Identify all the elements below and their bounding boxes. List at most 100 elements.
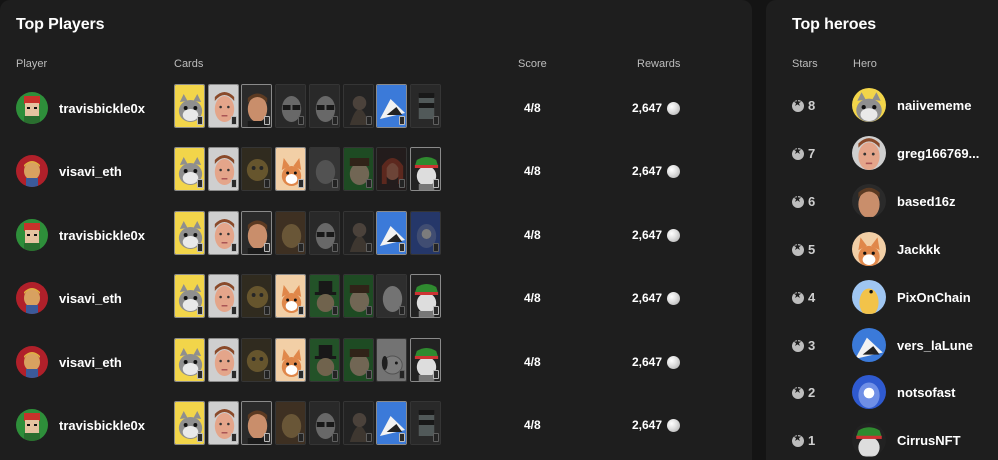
hero-card-orange[interactable] xyxy=(275,401,307,445)
hero-card-dark[interactable] xyxy=(342,401,374,445)
hero-row[interactable]: 8 naiivememe xyxy=(766,86,998,134)
player-row[interactable]: travisbickle0x 4/8 2,647 xyxy=(0,210,752,261)
card-level-badge xyxy=(432,116,439,125)
hero-card-face[interactable] xyxy=(207,210,239,255)
hero-card-cat[interactable] xyxy=(174,210,205,255)
hero-avatar[interactable] xyxy=(852,88,886,122)
hero-name[interactable]: Jackkk xyxy=(897,242,940,257)
hero-card-blueshark[interactable] xyxy=(376,401,408,445)
pixel-punk-avatar[interactable] xyxy=(16,409,48,441)
hero-card-shiba[interactable] xyxy=(275,337,307,382)
hero-avatar[interactable] xyxy=(852,423,886,458)
player-score: 4/8 xyxy=(524,291,541,306)
player-name[interactable]: visavi_eth xyxy=(59,164,122,179)
hero-card-cat[interactable] xyxy=(174,84,205,128)
hero-card-gold[interactable] xyxy=(241,337,273,382)
hero-card-green[interactable] xyxy=(342,147,374,192)
hero-stars: 3 xyxy=(808,337,816,353)
hero-card-snoopy[interactable] xyxy=(376,337,408,382)
player-row[interactable]: visavi_eth 4/8 2,647 xyxy=(0,337,752,388)
hero-name[interactable]: naiivememe xyxy=(897,98,971,113)
player-row[interactable]: travisbickle0x 4/8 2,647 xyxy=(0,84,752,134)
hero-card-punk[interactable] xyxy=(409,401,441,445)
hero-card-gray[interactable] xyxy=(308,147,340,192)
pixel-punk-avatar[interactable] xyxy=(16,218,48,251)
hero-card-dark[interactable] xyxy=(342,210,374,255)
hero-row[interactable]: 6 based16z xyxy=(766,182,998,230)
hero-card-man[interactable] xyxy=(241,401,273,445)
hero-card-shiba[interactable] xyxy=(275,147,307,192)
hero-card-cat[interactable] xyxy=(174,401,205,445)
hero-card-glasses[interactable] xyxy=(308,401,340,445)
hero-card-blueshark[interactable] xyxy=(376,84,408,128)
hero-card-green[interactable] xyxy=(342,337,374,382)
card-level-badge xyxy=(432,179,439,189)
hero-card-face[interactable] xyxy=(207,84,239,128)
coin-icon xyxy=(667,102,680,115)
hero-name[interactable]: based16z xyxy=(897,194,956,209)
van-gogh-avatar[interactable] xyxy=(16,155,48,188)
hero-card-face[interactable] xyxy=(207,401,239,445)
hero-card-tophat[interactable] xyxy=(308,274,340,319)
player-name[interactable]: travisbickle0x xyxy=(59,101,145,116)
hero-card-face[interactable] xyxy=(207,147,239,192)
hero-card-gold[interactable] xyxy=(241,274,273,319)
hero-name[interactable]: CirrusNFT xyxy=(897,433,961,448)
hero-card-cat[interactable] xyxy=(174,274,205,319)
card-level-badge xyxy=(264,116,271,125)
hero-card-shiba[interactable] xyxy=(275,274,307,319)
player-name[interactable]: visavi_eth xyxy=(59,291,122,306)
hero-row[interactable]: 2 notsofast xyxy=(766,373,998,421)
hero-card-red[interactable] xyxy=(376,147,408,192)
hero-card-face[interactable] xyxy=(207,274,239,319)
hero-name[interactable]: notsofast xyxy=(897,385,956,400)
hero-card-orange[interactable] xyxy=(275,210,307,255)
hero-row[interactable]: 1 CirrusNFT xyxy=(766,421,998,460)
hero-row[interactable]: 5 Jackkk xyxy=(766,230,998,278)
hero-name[interactable]: greg166769... xyxy=(897,146,979,161)
hero-card-hat[interactable] xyxy=(409,147,441,192)
hero-card-blueshark[interactable] xyxy=(376,210,408,255)
hero-card-white[interactable] xyxy=(376,274,408,319)
hero-name[interactable]: vers_laLune xyxy=(897,338,973,353)
hero-card-man[interactable] xyxy=(241,210,273,255)
player-row[interactable]: visavi_eth 4/8 2,647 xyxy=(0,274,752,324)
hero-row[interactable]: 7 greg166769... xyxy=(766,134,998,182)
card-level-badge xyxy=(365,433,372,442)
hero-card-gold[interactable] xyxy=(241,147,273,192)
hero-card-cat[interactable] xyxy=(174,337,205,382)
player-row[interactable]: visavi_eth 4/8 2,647 xyxy=(0,147,752,197)
player-name[interactable]: visavi_eth xyxy=(59,355,122,370)
hero-card-glasses[interactable] xyxy=(308,210,340,255)
hero-card-glasses[interactable] xyxy=(308,84,340,128)
hero-card-tophat[interactable] xyxy=(308,337,340,382)
hero-card-face[interactable] xyxy=(207,337,239,382)
player-reward: 2,647 xyxy=(632,101,663,115)
hero-card-cat[interactable] xyxy=(174,147,205,192)
hero-avatar[interactable] xyxy=(852,183,886,218)
hero-card-punk[interactable] xyxy=(409,84,441,128)
hero-avatar[interactable] xyxy=(852,231,886,266)
player-row[interactable]: travisbickle0x 4/8 2,647 xyxy=(0,401,752,451)
van-gogh-avatar[interactable] xyxy=(16,345,48,378)
hero-card-hat[interactable] xyxy=(409,274,441,319)
hero-card-hat[interactable] xyxy=(409,337,441,382)
hero-card-green[interactable] xyxy=(342,274,374,319)
hero-row[interactable]: 4 PixOnChain xyxy=(766,278,998,326)
hero-card-man[interactable] xyxy=(241,84,273,128)
hero-row[interactable]: 3 vers_laLune xyxy=(766,326,998,374)
hero-avatar[interactable] xyxy=(852,279,886,314)
hero-card-dark[interactable] xyxy=(342,84,374,128)
hero-name[interactable]: PixOnChain xyxy=(897,290,971,305)
hero-avatar[interactable] xyxy=(852,327,886,362)
hero-avatar[interactable] xyxy=(852,375,886,410)
hero-card-glasses[interactable] xyxy=(275,84,307,128)
van-gogh-avatar[interactable] xyxy=(16,282,48,315)
player-name[interactable]: travisbickle0x xyxy=(59,418,145,433)
hero-avatar[interactable] xyxy=(852,135,886,170)
player-name[interactable]: travisbickle0x xyxy=(59,228,145,243)
pixel-punk-avatar[interactable] xyxy=(16,92,48,124)
card-level-badge xyxy=(399,306,406,316)
star-icon xyxy=(792,385,804,400)
hero-card-blue[interactable] xyxy=(409,210,441,255)
